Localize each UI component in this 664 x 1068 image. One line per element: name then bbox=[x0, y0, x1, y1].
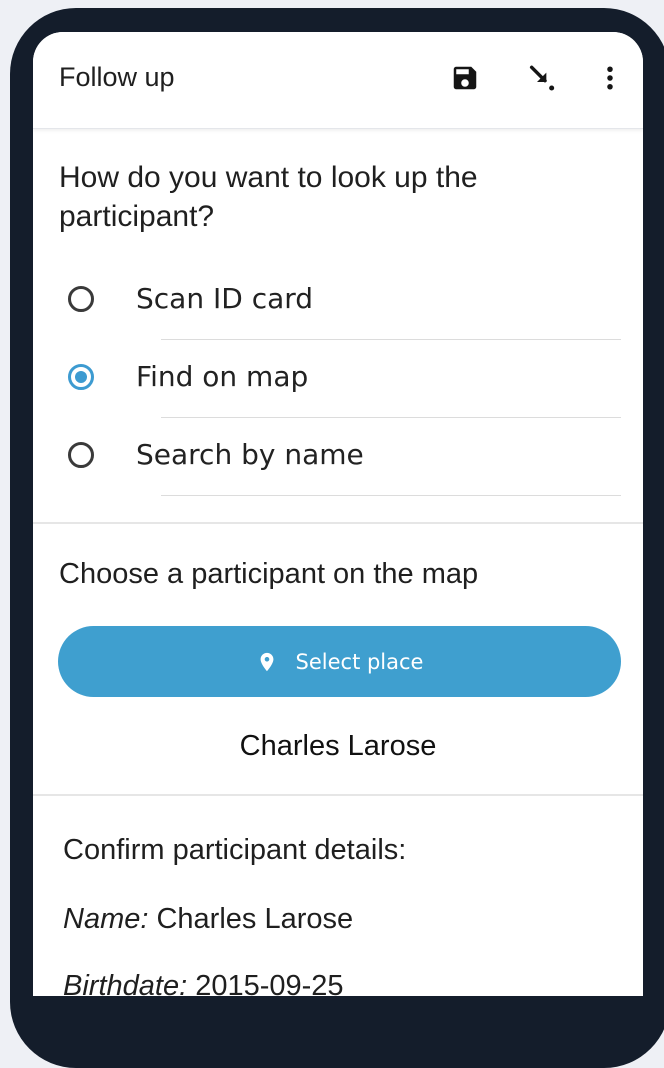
app-screen: Follow up How do you want to look up the… bbox=[33, 32, 643, 996]
select-place-button[interactable]: Select place bbox=[58, 626, 621, 697]
radio-option-label: Search by name bbox=[136, 438, 364, 471]
radio-option-label: Find on map bbox=[136, 360, 309, 393]
save-icon[interactable] bbox=[445, 58, 485, 98]
more-vert-icon[interactable] bbox=[590, 58, 630, 98]
select-place-label: Select place bbox=[295, 649, 424, 674]
app-toolbar: Follow up bbox=[33, 32, 643, 129]
radio-button-icon[interactable] bbox=[68, 286, 94, 312]
selected-participant-name: Charles Larose bbox=[239, 730, 437, 762]
radio-button-icon[interactable] bbox=[68, 442, 94, 468]
option-divider bbox=[161, 495, 621, 496]
section-divider bbox=[33, 794, 643, 796]
detail-birthdate-value: 2015-09-25 bbox=[187, 970, 344, 996]
jump-to-end-icon[interactable] bbox=[521, 58, 561, 98]
section-divider bbox=[33, 522, 643, 524]
location-pin-icon bbox=[260, 652, 273, 671]
toolbar-title: Follow up bbox=[59, 62, 175, 92]
detail-name-label: Name: bbox=[63, 903, 149, 935]
lookup-question: How do you want to look up the participa… bbox=[59, 161, 478, 233]
detail-birthdate: Birthdate: 2015-09-25 bbox=[63, 970, 344, 996]
detail-birthdate-label: Birthdate: bbox=[63, 970, 188, 996]
radio-option-search-by-name[interactable]: Search by name bbox=[33, 418, 643, 496]
radio-option-scan-id[interactable]: Scan ID card bbox=[33, 262, 643, 340]
detail-name: Name: Charles Larose bbox=[63, 903, 353, 936]
details-title: Confirm participant details: bbox=[63, 834, 407, 866]
radio-option-label: Scan ID card bbox=[136, 282, 314, 315]
radio-button-checked-icon[interactable] bbox=[68, 364, 94, 390]
radio-option-find-on-map[interactable]: Find on map bbox=[33, 340, 643, 418]
map-prompt: Choose a participant on the map bbox=[59, 558, 479, 590]
detail-name-value: Charles Larose bbox=[148, 903, 354, 935]
